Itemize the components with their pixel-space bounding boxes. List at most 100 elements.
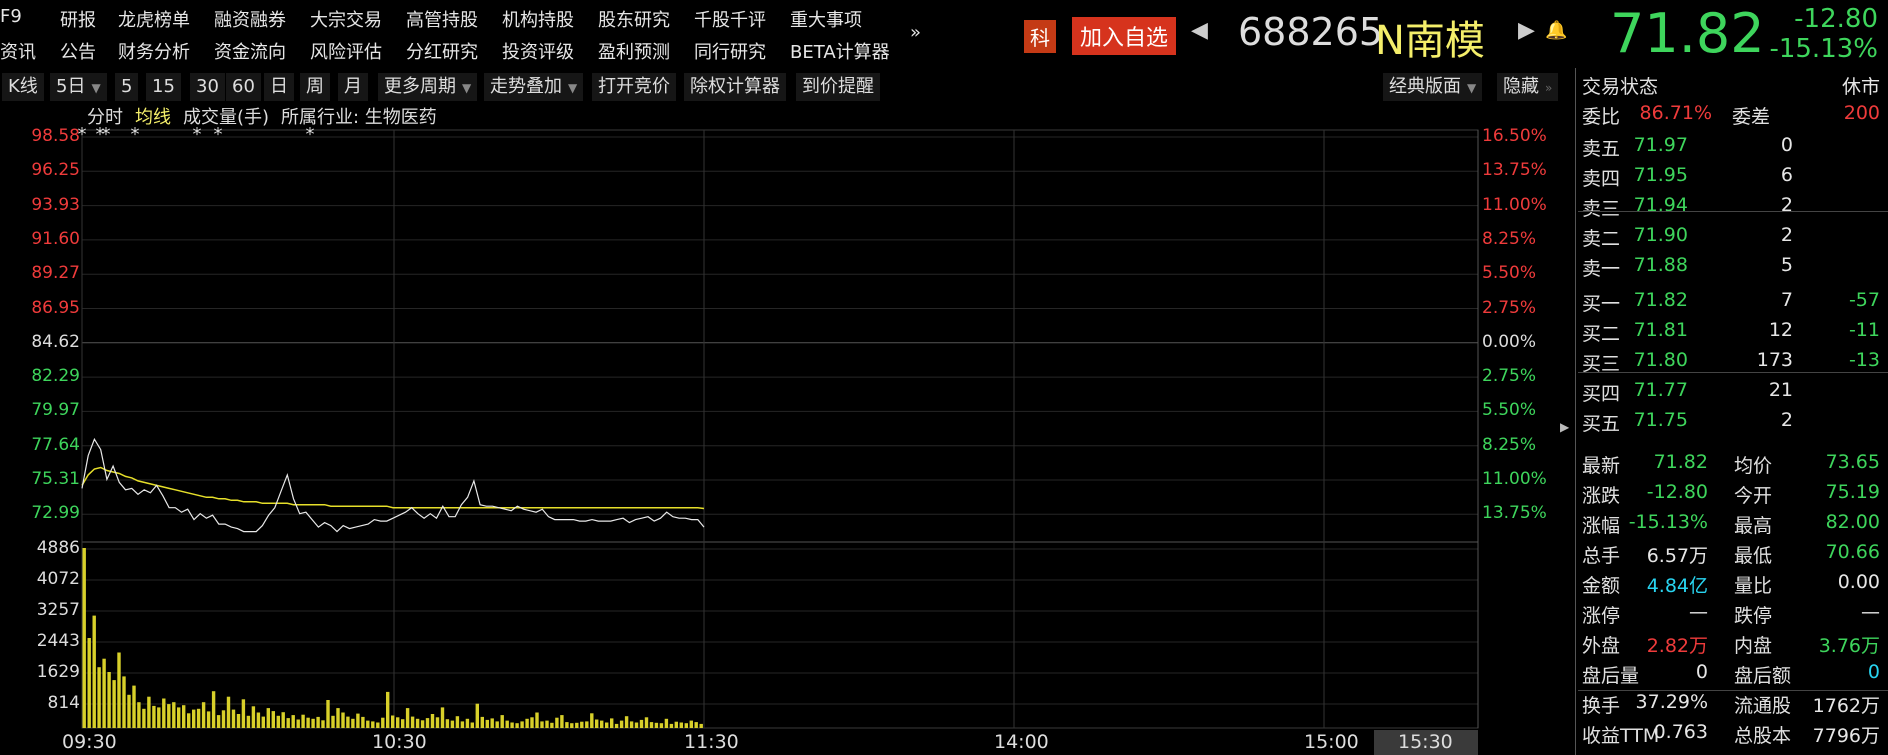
price-axis-label: 75.31 — [31, 469, 80, 489]
stat-row: 涨停 — 跌停 — — [1578, 601, 1888, 629]
bid-row: 买二 71.81 12 -11 — [1578, 319, 1888, 347]
bid-delta: -13 — [1848, 349, 1880, 371]
volume-bar — [391, 715, 395, 728]
stat-label-2: 今开 — [1734, 485, 1773, 507]
bid-label: 买二 — [1582, 323, 1621, 345]
volume-bar — [231, 709, 236, 728]
ask-label: 卖三 — [1582, 198, 1621, 220]
volume-bar — [261, 716, 265, 728]
volume-bar — [361, 716, 365, 728]
volume-bar — [585, 721, 589, 728]
stat-value: 4.84亿 — [1646, 575, 1708, 597]
stat-label-2: 内盘 — [1734, 635, 1773, 657]
volume-bar — [291, 715, 295, 728]
volume-bar — [336, 708, 340, 728]
volume-bar — [659, 723, 664, 728]
volume-bar — [699, 723, 703, 728]
volume-bar — [142, 708, 146, 728]
volume-bar — [152, 705, 156, 728]
volume-bar — [530, 717, 534, 728]
quote-panel: 交易状态 休市 委比 86.71% 委差 200 卖五 71.97 0 卖四 71.95 6 卖三 71.… — [1578, 68, 1888, 755]
volume-bar — [535, 712, 539, 728]
volume-bar — [331, 715, 335, 728]
ask-label: 卖四 — [1582, 168, 1621, 190]
volume-bar — [430, 714, 435, 728]
volume-bar — [619, 720, 624, 728]
time-axis-label: 09:30 — [62, 731, 117, 753]
ask-volume: 2 — [1780, 194, 1793, 216]
time-axis-label: 10:30 — [372, 731, 427, 753]
intraday-chart[interactable]: * ** * * * * — [0, 0, 1575, 755]
bid-volume: 12 — [1768, 319, 1793, 341]
volume-bar — [629, 721, 634, 728]
price-axis-label: 86.95 — [31, 297, 80, 318]
volume-bar — [545, 720, 549, 728]
stat-label: 盘后量 — [1582, 665, 1640, 687]
volume-bar — [475, 703, 479, 728]
volume-bar — [366, 720, 370, 728]
bid-price: 71.80 — [1633, 349, 1688, 371]
volume-bar — [600, 720, 604, 728]
stat-row: 金额 4.84亿 量比 0.00 — [1578, 571, 1888, 599]
volume-bar — [425, 718, 430, 728]
ask-row: 卖四 71.95 6 — [1578, 164, 1888, 192]
stat-row: 最新 71.82 均价 73.65 — [1578, 451, 1888, 479]
volume-bar — [276, 715, 280, 728]
volume-bar — [410, 716, 415, 728]
stat-row: 涨幅 -15.13% 最高 82.00 — [1578, 511, 1888, 539]
volume-bar — [167, 704, 171, 728]
book-separator — [1578, 211, 1888, 212]
volume-bar — [122, 676, 126, 728]
volume-bar — [565, 722, 569, 728]
volume-bar — [281, 712, 285, 728]
price-axis-label: 93.93 — [31, 194, 80, 215]
ask-label: 卖一 — [1582, 258, 1621, 280]
volume-bar — [157, 707, 161, 728]
volume-bar — [211, 691, 216, 728]
volume-bar — [351, 718, 355, 728]
price-axis-label: 96.25 — [31, 160, 80, 181]
volume-bar — [540, 721, 544, 728]
volume-bar — [644, 717, 649, 728]
volume-bar — [669, 723, 674, 728]
volume-bar — [226, 696, 231, 728]
stat-row: 外盘 2.82万 内盘 3.76万 — [1578, 631, 1888, 659]
event-marker-icon: * — [306, 124, 315, 145]
volume-bar — [435, 717, 440, 728]
volume-bar — [674, 721, 678, 728]
pct-axis-label: 11.00% — [1482, 469, 1547, 489]
weibi-value: 86.71% — [1639, 102, 1712, 124]
stat-label-2: 量比 — [1734, 575, 1773, 597]
volume-bar — [485, 719, 489, 728]
volume-bar — [256, 712, 261, 728]
volume-bar — [605, 722, 609, 728]
bid-label: 买四 — [1582, 383, 1621, 405]
status-row: 交易状态 休市 — [1578, 72, 1888, 100]
volume-axis-label: 4072 — [36, 569, 80, 589]
volume-bar — [550, 722, 554, 728]
volume-bar — [610, 718, 614, 728]
stat-label: 总手 — [1582, 545, 1621, 567]
pct-axis-label: 16.50% — [1482, 126, 1547, 146]
stat-value-2: 0 — [1867, 661, 1880, 683]
ask-volume: 6 — [1780, 164, 1793, 186]
price-axis-label: 82.29 — [31, 366, 80, 387]
stat-label-2: 总股本 — [1734, 725, 1792, 747]
stat-label-2: 最高 — [1734, 515, 1773, 537]
volume-bar — [634, 722, 639, 728]
volume-bar — [246, 715, 251, 728]
volume-bar — [236, 714, 241, 728]
stat-value-2: 73.65 — [1825, 451, 1880, 473]
stat-value-2: 82.00 — [1825, 511, 1880, 533]
volume-bar — [132, 685, 136, 728]
bid-delta: -57 — [1848, 289, 1880, 311]
stat-row: 总手 6.57万 最低 70.66 — [1578, 541, 1888, 569]
stat-label: 涨停 — [1582, 605, 1621, 627]
price-change: -12.80 — [1794, 4, 1878, 34]
volume-bar — [266, 708, 270, 728]
volume-axis-label: 3257 — [36, 600, 80, 620]
stat-value: 0 — [1695, 661, 1708, 683]
volume-bar — [271, 711, 275, 728]
ask-price: 71.88 — [1633, 254, 1688, 276]
stat-value: 2.82万 — [1646, 635, 1708, 657]
